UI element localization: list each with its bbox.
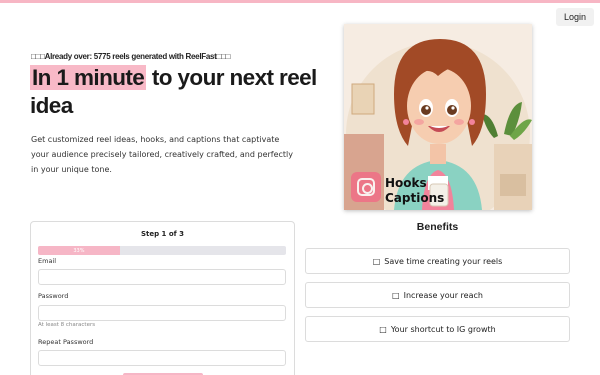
instagram-icon: [351, 172, 381, 202]
repeat-password-label: Repeat Password: [38, 338, 94, 346]
login-button[interactable]: Login: [556, 8, 594, 26]
benefit-icon: □: [372, 256, 381, 266]
benefit-item: □ Save time creating your reels: [305, 248, 570, 274]
email-label: Email: [38, 257, 57, 265]
email-field[interactable]: [38, 269, 286, 285]
password-label: Password: [38, 292, 69, 300]
benefit-label: Your shortcut to IG growth: [390, 324, 496, 334]
password-hint: At least 8 characters: [38, 322, 96, 328]
headline-highlight: In 1 minute: [30, 65, 147, 90]
benefit-label: Save time creating your reels: [384, 256, 503, 266]
benefit-icon: □: [379, 324, 387, 334]
hero-label-captions: Captions: [385, 191, 445, 205]
reels-counter-banner: □□□Already over: 5775 reels generated wi…: [31, 52, 231, 61]
benefit-item: □ Increase your reach: [305, 282, 570, 308]
benefit-icon: □: [392, 290, 400, 300]
repeat-password-field[interactable]: [38, 350, 286, 366]
benefits-heading: Benefits: [416, 221, 459, 233]
signup-progress-fill: 33%: [38, 246, 120, 255]
hero-label-hooks: Hooks: [385, 176, 427, 190]
signup-progress-bar: 33%: [38, 246, 286, 255]
password-field[interactable]: [38, 305, 286, 321]
top-accent-bar: [0, 0, 600, 3]
benefit-item: □ Your shortcut to IG growth: [305, 316, 570, 342]
page-headline: In 1 minute to your next reel idea: [30, 64, 320, 120]
step-indicator: Step 1 of 3: [140, 230, 185, 238]
hero-description: Get customized reel ideas, hooks, and ca…: [31, 135, 294, 174]
benefit-label: Increase your reach: [403, 290, 483, 300]
